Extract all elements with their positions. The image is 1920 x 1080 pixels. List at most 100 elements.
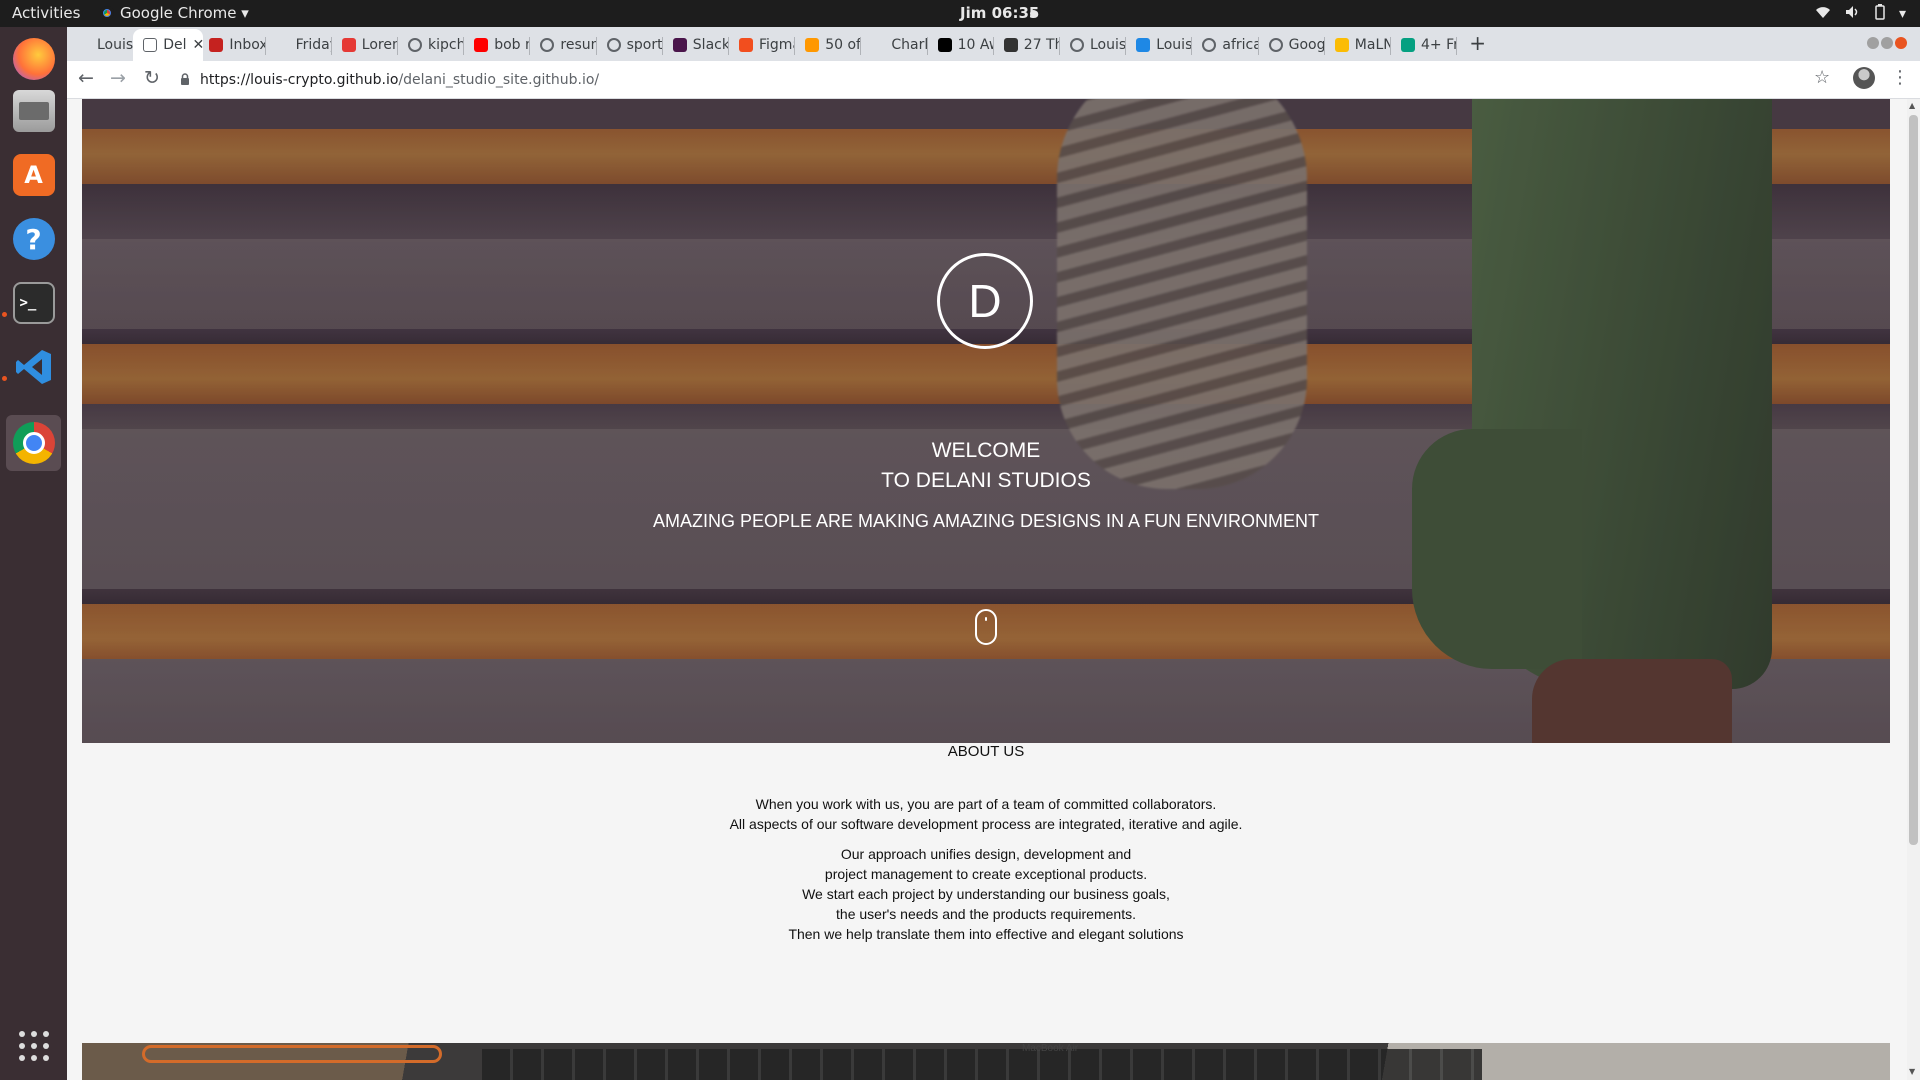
dock-item-chrome[interactable] (6, 415, 61, 471)
dock-item-vscode[interactable] (6, 339, 61, 395)
tab-label: Slack (692, 37, 729, 53)
dock-item-firefox[interactable] (6, 31, 61, 87)
about-paragraph-2: Our approach unifies design, development… (82, 844, 1890, 944)
profile-avatar[interactable] (1853, 67, 1875, 89)
about-line: Our approach unifies design, development… (840, 846, 1132, 862)
tab-label: Inbox (229, 37, 266, 53)
tab-19[interactable]: MaLN (1325, 29, 1391, 61)
about-title: ABOUT US (947, 743, 1025, 760)
dock-item-terminal[interactable]: >_ (6, 275, 61, 331)
bookmark-star-icon[interactable]: ☆ (1814, 67, 1830, 88)
tab-label: sport: (626, 37, 663, 53)
tab-label: Charli (891, 37, 927, 53)
scroll-down-arrow-icon[interactable]: ▼ (1909, 1067, 1915, 1076)
tab-label: bob m (494, 37, 530, 53)
logo-circle: D (937, 253, 1033, 349)
volume-icon (1845, 5, 1861, 23)
dock-item-files[interactable] (6, 83, 61, 139)
help-icon: ? (12, 218, 55, 260)
tab-label: resum (560, 37, 596, 53)
tab-favicon-icon (1334, 38, 1349, 52)
minimize-button[interactable] (1867, 37, 1879, 49)
dock-item-software[interactable]: A (6, 147, 61, 203)
tab-label: 10 Aw (957, 37, 994, 53)
tab-label: Louis (1090, 37, 1127, 53)
tab-7[interactable]: resum (530, 29, 597, 61)
tab-favicon-icon (1268, 38, 1283, 52)
tab-label: Figma (759, 37, 795, 53)
reload-icon[interactable]: ↻ (139, 67, 165, 89)
tab-14[interactable]: 27 Thi (994, 29, 1060, 61)
close-window-button[interactable] (1895, 37, 1907, 49)
tab-20[interactable]: 4+ Fre (1391, 29, 1457, 61)
tab-4[interactable]: Loren (332, 29, 398, 61)
software-store-icon: A (12, 154, 55, 196)
tab-label: Del (163, 37, 187, 53)
tab-18[interactable]: Googl (1259, 29, 1325, 61)
tab-12[interactable]: Charli (861, 29, 928, 61)
tab-favicon-icon (1070, 38, 1084, 52)
tab-15[interactable]: Louis (1060, 29, 1126, 61)
tab-13[interactable]: 10 Aw (928, 29, 994, 61)
welcome-subheading: TO DELANI STUDIOS (881, 469, 1091, 492)
tab-favicon-icon (408, 38, 422, 52)
back-arrow-icon[interactable]: ← (73, 67, 99, 89)
tab-16[interactable]: Louis (1126, 29, 1192, 61)
laptop-brand-label: MacBook Air (1022, 1043, 1079, 1054)
address-bar[interactable]: https://louis-crypto.github.io /delani_s… (180, 65, 1740, 95)
tab-favicon-icon (275, 38, 290, 52)
tab-2[interactable]: Inbox (199, 29, 266, 61)
tab-11[interactable]: 50 of t (795, 29, 861, 61)
scroll-up-arrow-icon[interactable]: ▲ (1909, 101, 1915, 110)
tab-1[interactable]: Del ✕ (133, 29, 204, 61)
tab-label: 27 Thi (1023, 37, 1060, 53)
tab-3[interactable]: Friday (266, 29, 332, 61)
menu-kebab-icon[interactable]: ⋮ (1891, 67, 1909, 88)
clock[interactable]: Jim 06:35 (960, 4, 1039, 22)
tab-label: Googl (1288, 37, 1325, 53)
notification-dot (1030, 10, 1037, 17)
tab-label: Louis (97, 37, 134, 53)
app-menu[interactable]: Google Chrome ▾ (100, 4, 249, 22)
tab-favicon-icon (341, 38, 356, 52)
tab-favicon-icon (871, 38, 886, 52)
page-scrollbar[interactable]: ▲ ▼ (1907, 99, 1920, 1080)
tab-label: 50 of t (825, 37, 861, 53)
tab-8[interactable]: sport: (597, 29, 663, 61)
chrome-mini-icon (100, 6, 114, 20)
terminal-icon: >_ (12, 282, 55, 324)
forward-arrow-icon[interactable]: → (105, 67, 131, 89)
tab-0[interactable]: Louis (67, 29, 133, 61)
new-tab-button[interactable]: + (1469, 31, 1486, 55)
tab-6[interactable]: bob m (464, 29, 530, 61)
tab-label: africa (1222, 37, 1259, 53)
maximize-button[interactable] (1881, 37, 1893, 49)
about-paragraph-1: When you work with us, you are part of a… (82, 794, 1890, 834)
apps-grid-icon[interactable] (19, 1031, 49, 1061)
tab-9[interactable]: Slack (663, 29, 729, 61)
hero-section: D WELCOME TO DELANI STUDIOS AMAZING PEOP… (82, 99, 1890, 743)
system-tray[interactable]: ▾ (1815, 4, 1906, 24)
firefox-icon (12, 38, 55, 80)
tab-separator (1456, 37, 1458, 55)
scroll-mouse-icon[interactable] (975, 609, 997, 645)
browser-window: LouisDel✕InboxFridayLorenkipchbob mresum… (67, 27, 1920, 1080)
activities-button[interactable]: Activities (12, 4, 80, 22)
lock-icon (180, 72, 190, 88)
tab-label: MaLN (1354, 37, 1391, 53)
dock-item-help[interactable]: ? (6, 211, 61, 267)
tab-favicon-icon (1003, 38, 1018, 52)
tab-favicon-icon (606, 38, 621, 52)
tab-favicon-icon (739, 38, 753, 52)
tab-favicon-icon (672, 38, 687, 52)
tab-5[interactable]: kipch (398, 29, 464, 61)
tab-10[interactable]: Figma (729, 29, 795, 61)
system-top-bar: Activities Google Chrome ▾ Jim 06:35 ▾ (0, 0, 1920, 27)
wifi-icon (1815, 5, 1831, 23)
about-line: When you work with us, you are part of a… (755, 796, 1217, 812)
scrollbar-thumb[interactable] (1909, 115, 1918, 845)
tab-17[interactable]: africa (1192, 29, 1259, 61)
tab-favicon-icon (1202, 38, 1217, 52)
app-menu-label: Google Chrome ▾ (120, 4, 249, 22)
browser-toolbar: ← → ↻ https://louis-crypto.github.io /de… (67, 61, 1920, 99)
